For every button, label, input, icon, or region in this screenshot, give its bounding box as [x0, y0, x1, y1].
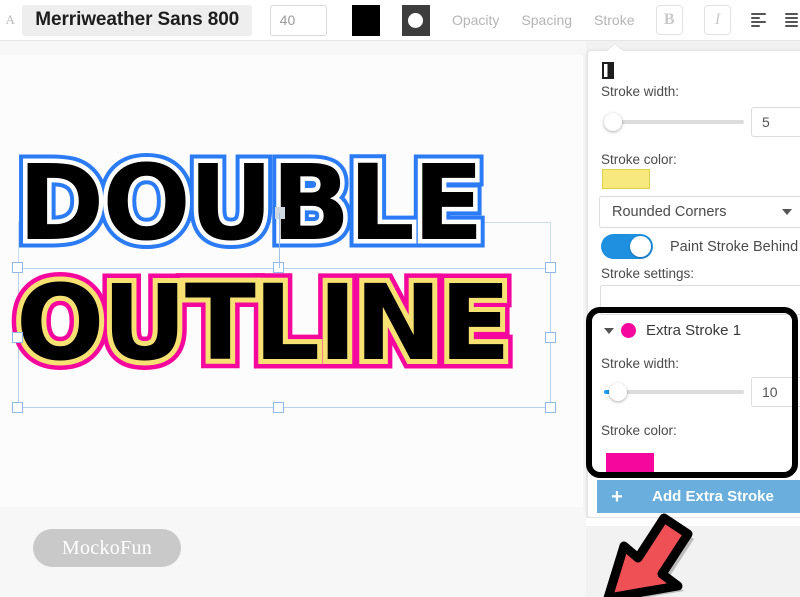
bold-button[interactable]: B	[655, 5, 683, 35]
extra-stroke-color-dot	[621, 323, 636, 338]
watermark-label: MockoFun	[61, 536, 153, 559]
top-toolbar: A Merriweather Sans 800 40 Opacity Spaci…	[0, 0, 800, 41]
stroke-preview-icon	[602, 62, 614, 79]
opacity-button[interactable]: Opacity	[452, 12, 499, 28]
panel-pointer-caret	[607, 44, 623, 51]
opacity-color-swatch[interactable]	[401, 4, 430, 36]
resize-handle-middle-right[interactable]	[545, 332, 556, 343]
extra-stroke-color-swatch[interactable]	[606, 453, 654, 473]
add-extra-stroke-label: Add Extra Stroke	[652, 488, 774, 505]
stroke-color-swatch[interactable]	[602, 169, 650, 189]
corner-style-select[interactable]: Rounded Corners	[599, 196, 800, 228]
design-canvas[interactable]: DOUBLE DOUBLE DOUBLE OUTLINE OUTLINE OUT…	[0, 41, 586, 597]
stroke-button[interactable]: Stroke	[594, 12, 634, 28]
stroke-width-slider[interactable]	[604, 113, 744, 131]
resize-handle-bottom-center[interactable]	[273, 402, 284, 413]
font-size-value: 40	[279, 12, 296, 28]
toggle-knob	[630, 236, 651, 257]
extra-stroke-color-label: Stroke color:	[601, 423, 677, 438]
resize-handle-top-right[interactable]	[545, 262, 556, 273]
stroke-color-label: Stroke color:	[601, 152, 677, 167]
align-left-icon[interactable]	[751, 13, 767, 27]
resize-handle-top-left[interactable]	[12, 262, 23, 273]
paint-stroke-behind-toggle[interactable]	[601, 234, 653, 259]
mockofun-watermark: MockoFun	[33, 529, 181, 567]
stroke-width-input[interactable]: 5	[751, 107, 800, 137]
resize-handle-bottom-left[interactable]	[12, 402, 23, 413]
resize-handle-middle-left[interactable]	[12, 332, 23, 343]
extra-stroke-title: Extra Stroke 1	[646, 322, 742, 339]
collapse-chevron-icon[interactable]	[604, 328, 614, 334]
pointer-arrow-icon	[596, 508, 706, 597]
stroke-settings-input[interactable]	[600, 285, 800, 315]
artboard[interactable]: DOUBLE DOUBLE DOUBLE OUTLINE OUTLINE OUT…	[0, 55, 583, 507]
paint-stroke-behind-label: Paint Stroke Behind	[670, 239, 799, 255]
slider-thumb[interactable]	[604, 113, 622, 131]
text-cursor-knob[interactable]	[275, 207, 285, 219]
stroke-settings-panel: Stroke width: 5 Stroke color: Rounded Co…	[587, 50, 800, 518]
slider-track	[604, 120, 744, 124]
font-size-input[interactable]: 40	[269, 4, 327, 36]
text-cursor	[279, 213, 280, 268]
spacing-button[interactable]: Spacing	[521, 12, 572, 28]
circle-icon	[408, 12, 424, 28]
plus-icon: +	[611, 485, 623, 508]
extra-stroke-width-value: 10	[762, 384, 778, 400]
align-justify-icon[interactable]	[784, 13, 800, 27]
text-A-icon: A	[5, 12, 15, 27]
slider-thumb[interactable]	[609, 383, 627, 401]
chevron-down-icon	[782, 209, 792, 215]
app-root: A Merriweather Sans 800 40 Opacity Spaci…	[0, 0, 800, 597]
text-outline-fill[interactable]: OUTLINE	[16, 271, 511, 375]
extra-stroke-width-input[interactable]: 10	[751, 377, 800, 407]
stroke-width-label: Stroke width:	[601, 84, 680, 99]
resize-handle-bottom-right[interactable]	[545, 402, 556, 413]
fill-color-swatch[interactable]	[351, 4, 380, 36]
stroke-settings-label: Stroke settings:	[601, 266, 695, 281]
font-family-label: Merriweather Sans 800	[35, 9, 240, 30]
text-double-fill[interactable]: DOUBLE	[18, 151, 484, 255]
font-family-selector[interactable]: Merriweather Sans 800	[22, 4, 252, 36]
corner-style-value: Rounded Corners	[612, 204, 727, 220]
italic-button[interactable]: I	[703, 5, 732, 35]
extra-stroke-width-slider[interactable]	[604, 383, 744, 401]
stroke-width-value: 5	[762, 114, 770, 130]
extra-stroke-width-label: Stroke width:	[601, 356, 680, 371]
